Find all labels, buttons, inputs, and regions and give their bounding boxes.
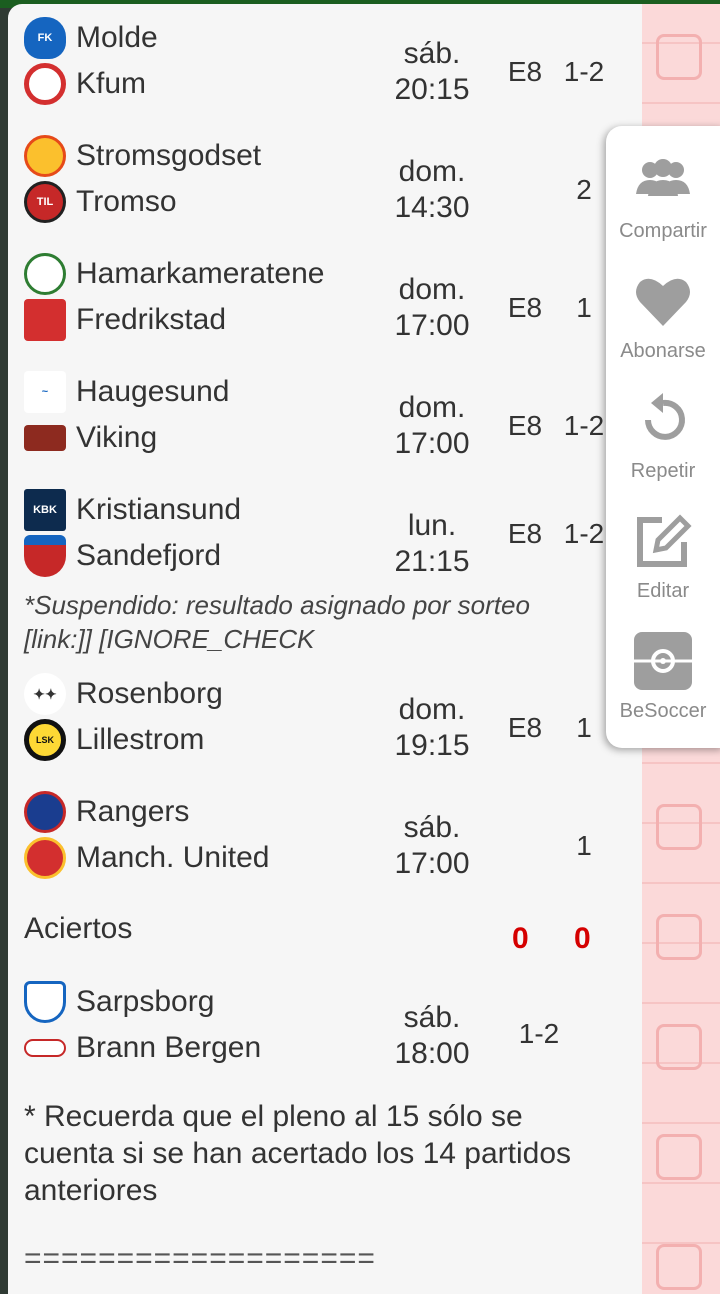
tip-column: E8 bbox=[507, 292, 543, 323]
result: 1-2 bbox=[563, 410, 605, 441]
home-team-name: Rangers bbox=[76, 795, 190, 828]
away-team-name: Tromso bbox=[76, 185, 177, 218]
away-team-name: Manch. United bbox=[76, 841, 270, 874]
match-time: dom. 19:15 bbox=[394, 693, 470, 762]
action-menu: Compartir Abonarse Repetir Editar BeSocc… bbox=[606, 126, 720, 748]
tip-column: E8 bbox=[507, 518, 543, 549]
result: 1 bbox=[576, 830, 592, 861]
aciertos-count-2: 0 bbox=[574, 922, 591, 955]
home-team-name: Molde bbox=[76, 21, 158, 54]
heart-icon bbox=[636, 278, 690, 326]
sarpsborg-logo bbox=[24, 981, 66, 1023]
home-team: Sarpsborg bbox=[24, 980, 214, 1024]
suspended-note: *Suspendido: resultado asignado por sort… bbox=[24, 590, 530, 654]
manchester-united-logo bbox=[24, 837, 66, 879]
home-team: FK Molde bbox=[24, 16, 158, 60]
subscribe-button[interactable]: Abonarse bbox=[606, 256, 720, 368]
away-team: Manch. United bbox=[24, 836, 269, 880]
away-team: Viking bbox=[24, 416, 157, 460]
match-time: dom. 14:30 bbox=[394, 155, 470, 224]
stromsgodset-logo bbox=[24, 135, 66, 177]
home-team-name: Kristiansund bbox=[76, 493, 242, 526]
result: 2 bbox=[576, 174, 592, 205]
away-team: Brann Bergen bbox=[24, 1026, 261, 1070]
pleno-row[interactable]: Sarpsborg Brann Bergen sáb. 18:00 1-2 bbox=[8, 980, 628, 1090]
rangers-logo bbox=[24, 791, 66, 833]
lillestrom-logo: LSK bbox=[24, 719, 66, 761]
share-group-icon bbox=[636, 159, 690, 196]
match-row[interactable]: ~ Haugesund Viking dom. 17:00 E8 1-2 bbox=[8, 370, 628, 480]
match-time: dom. 17:00 bbox=[394, 273, 470, 342]
fredrikstad-logo bbox=[24, 299, 66, 341]
match-row[interactable]: KBK Kristiansund Sandefjord lun. 21:15 E8… bbox=[8, 488, 628, 598]
home-team-name: Stromsgodset bbox=[76, 139, 262, 172]
rosenborg-logo: ✦✦ bbox=[24, 673, 66, 715]
aciertos-label: Aciertos bbox=[24, 912, 133, 945]
away-team: TIL Tromso bbox=[24, 180, 177, 224]
match-row[interactable]: Hamarkameratene Fredrikstad dom. 17:00 E8… bbox=[8, 252, 628, 362]
match-time: sáb. 20:15 bbox=[394, 37, 470, 106]
edit-button[interactable]: Editar bbox=[606, 496, 720, 608]
share-button[interactable]: Compartir bbox=[606, 136, 720, 248]
share-label: Compartir bbox=[619, 220, 707, 242]
pleno-result: 1-2 bbox=[518, 1018, 560, 1049]
repeat-label: Repetir bbox=[630, 460, 696, 482]
viking-logo bbox=[24, 425, 66, 451]
away-team: Sandefjord bbox=[24, 534, 221, 578]
home-team: Stromsgodset bbox=[24, 134, 261, 178]
match-row[interactable]: FK Molde Kfum sáb. 20:15 E8 1-2 bbox=[8, 16, 628, 126]
separator-line: =================== bbox=[24, 1242, 376, 1275]
haugesund-logo: ~ bbox=[24, 371, 66, 413]
subscribe-label: Abonarse bbox=[620, 340, 706, 362]
home-team-name: Haugesund bbox=[76, 375, 230, 408]
match-time: dom. 17:00 bbox=[394, 391, 470, 460]
tip-column: E8 bbox=[507, 56, 543, 87]
home-team-name: Sarpsborg bbox=[76, 985, 215, 1018]
away-team-name: Lillestrom bbox=[76, 723, 205, 756]
result: 1 bbox=[576, 292, 592, 323]
aciertos-count-1: 0 bbox=[512, 922, 529, 955]
tip-column: E8 bbox=[507, 712, 543, 743]
home-team: ~ Haugesund bbox=[24, 370, 229, 414]
home-team-name: Hamarkameratene bbox=[76, 257, 325, 290]
result: 1 bbox=[576, 712, 592, 743]
besoccer-button[interactable]: BeSoccer bbox=[606, 616, 720, 728]
kfum-logo bbox=[24, 63, 66, 105]
kristiansund-logo: KBK bbox=[24, 489, 66, 531]
repeat-button[interactable]: Repetir bbox=[606, 376, 720, 488]
repeat-icon bbox=[645, 393, 685, 440]
away-team: LSK Lillestrom bbox=[24, 718, 204, 762]
match-time: sáb. 17:00 bbox=[394, 811, 470, 880]
molde-logo: FK bbox=[24, 17, 66, 59]
result: 1-2 bbox=[563, 56, 605, 87]
away-team-name: Sandefjord bbox=[76, 539, 222, 572]
tip-column: E8 bbox=[507, 410, 543, 441]
edit-icon bbox=[637, 514, 692, 567]
away-team-name: Viking bbox=[76, 421, 158, 454]
hamarkameratene-logo bbox=[24, 253, 66, 295]
home-team: ✦✦ Rosenborg bbox=[24, 672, 223, 716]
brann-logo bbox=[24, 1039, 66, 1057]
pleno-footnote: * Recuerda que el pleno al 15 sólo se cu… bbox=[24, 1100, 572, 1207]
home-team: KBK Kristiansund bbox=[24, 488, 241, 532]
away-team-name: Fredrikstad bbox=[76, 303, 227, 336]
away-team-name: Kfum bbox=[76, 67, 147, 100]
home-team: Rangers bbox=[24, 790, 189, 834]
sandefjord-logo bbox=[24, 535, 66, 577]
match-row[interactable]: ✦✦ Rosenborg LSK Lillestrom dom. 19:15 E8… bbox=[8, 672, 628, 782]
match-time: sáb. 18:00 bbox=[394, 1001, 470, 1070]
tromso-logo: TIL bbox=[24, 181, 66, 223]
besoccer-label: BeSoccer bbox=[619, 700, 707, 722]
away-team: Kfum bbox=[24, 62, 146, 106]
besoccer-icon bbox=[634, 632, 692, 690]
edit-label: Editar bbox=[636, 580, 690, 602]
home-team: Hamarkameratene bbox=[24, 252, 324, 296]
result: 1-2 bbox=[563, 518, 605, 549]
home-team-name: Rosenborg bbox=[76, 677, 223, 710]
away-team: Fredrikstad bbox=[24, 298, 226, 342]
match-time: lun. 21:15 bbox=[394, 509, 470, 578]
match-row[interactable]: Rangers Manch. United sáb. 17:00 1 bbox=[8, 790, 628, 900]
away-team-name: Brann Bergen bbox=[76, 1031, 262, 1064]
match-row[interactable]: Stromsgodset TIL Tromso dom. 14:30 2 bbox=[8, 134, 628, 244]
